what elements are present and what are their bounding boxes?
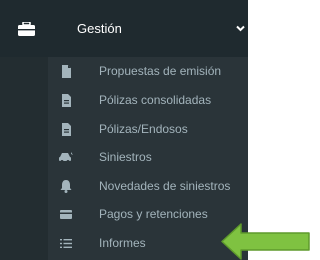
sidebar: Gestión Propuestas de emisión Pólizas co… <box>0 0 248 260</box>
section-label: Gestión <box>77 21 122 36</box>
sidebar-item-pagos-y-retenciones[interactable]: Pagos y retenciones <box>48 200 248 229</box>
document-icon <box>62 65 71 78</box>
sidebar-item-propuestas-de-emision[interactable]: Propuestas de emisión <box>48 57 248 86</box>
sidebar-item-label: Pagos y retenciones <box>99 207 208 221</box>
sidebar-item-label: Siniestros <box>99 150 152 164</box>
briefcase-icon <box>18 22 35 36</box>
sidebar-item-siniestros[interactable]: Siniestros <box>48 143 248 172</box>
document-lines-icon <box>62 123 71 136</box>
chevron-down-icon[interactable] <box>236 25 245 32</box>
sidebar-item-label: Novedades de siniestros <box>99 179 231 193</box>
document-lines-icon <box>62 94 71 107</box>
sidebar-item-label: Informes <box>99 236 146 250</box>
bell-icon <box>60 180 72 193</box>
sidebar-item-label: Pólizas consolidadas <box>99 93 212 107</box>
sidebar-section-gestion[interactable]: Gestión <box>0 0 248 57</box>
sidebar-item-label: Propuestas de emisión <box>99 64 222 78</box>
car-crash-icon <box>59 152 73 163</box>
list-icon <box>60 239 72 248</box>
sidebar-item-novedades-de-siniestros[interactable]: Novedades de siniestros <box>48 172 248 201</box>
pointer-arrow-icon <box>221 223 310 260</box>
sidebar-item-polizas-endosos[interactable]: Pólizas/Endosos <box>48 115 248 144</box>
sidebar-item-label: Pólizas/Endosos <box>99 122 188 136</box>
card-icon <box>60 210 72 219</box>
sidebar-item-polizas-consolidadas[interactable]: Pólizas consolidadas <box>48 86 248 115</box>
sidebar-item-informes[interactable]: Informes <box>48 229 248 258</box>
